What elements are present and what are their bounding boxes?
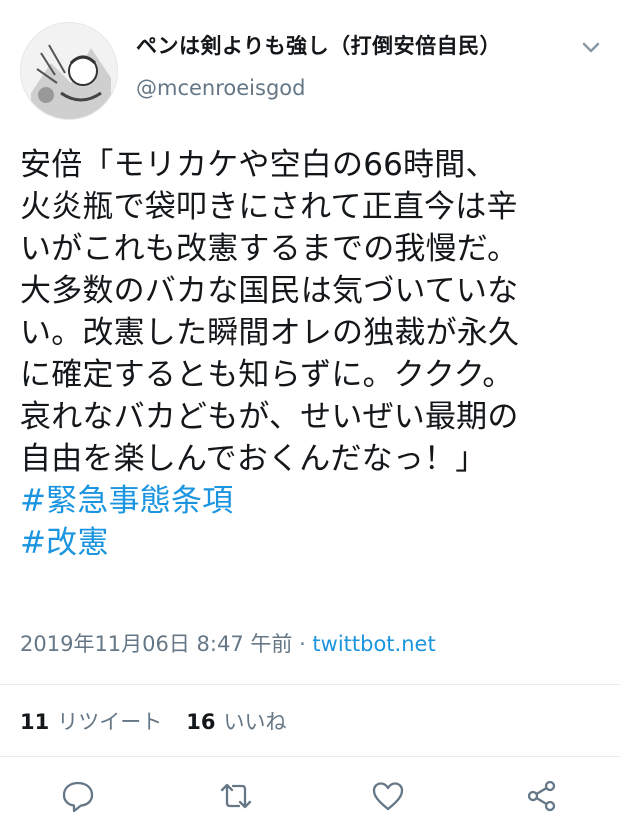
tweet-meta: 2019年11月06日 8:47 午前 · twittbot.net — [20, 628, 436, 658]
hashtag-link[interactable]: #改憲 — [20, 522, 605, 564]
hashtag-link[interactable]: #緊急事態条項 — [20, 480, 605, 522]
timestamp[interactable]: 2019年11月06日 8:47 午前 · — [20, 632, 312, 656]
retweets-count[interactable]: 11 — [20, 710, 49, 734]
share-icon[interactable] — [524, 778, 560, 814]
divider — [0, 756, 620, 757]
tweet-stats: 11 リツイート 16 いいね — [20, 706, 286, 736]
tweet-text-line: いがこれも改憲するまでの我慢だ。 — [20, 231, 519, 267]
tweet-header: ペンは剣よりも強し（打倒安倍自民） @mcenroeisgod — [0, 0, 620, 120]
avatar[interactable] — [20, 22, 118, 120]
tweet-text-line: に確定するとも知らずに。ククク。 — [20, 357, 514, 393]
tweet-text-line: い。改憲した瞬間オレの独裁が永久 — [20, 315, 520, 351]
user-handle[interactable]: @mcenroeisgod — [136, 76, 576, 100]
likes-label[interactable]: いいね — [223, 710, 286, 734]
display-name[interactable]: ペンは剣よりも強し（打倒安倍自民） — [136, 30, 576, 60]
tweet-text-line: 安倍「モリカケや空白の66時間、 — [20, 147, 497, 183]
like-icon[interactable] — [370, 778, 406, 814]
reply-icon[interactable] — [60, 778, 96, 814]
tweet-text-line: 哀れなバカどもが、せいぜい最期の — [20, 399, 519, 435]
manga-avatar-icon — [21, 23, 117, 119]
chevron-down-icon[interactable] — [578, 34, 604, 60]
tweet-text-line: 自由を楽しんでおくんだなっ！」 — [20, 441, 487, 477]
source-link[interactable]: twittbot.net — [312, 632, 435, 656]
likes-count[interactable]: 16 — [186, 710, 215, 734]
author-names: ペンは剣よりも強し（打倒安倍自民） @mcenroeisgod — [136, 30, 576, 100]
divider — [0, 684, 620, 685]
retweets-label[interactable]: リツイート — [57, 710, 162, 734]
tweet-text: 安倍「モリカケや空白の66時間、 火炎瓶で袋叩きにされて正直今は辛 いがこれも改… — [20, 144, 605, 564]
retweet-icon[interactable] — [218, 778, 254, 814]
tweet-text-line: 大多数のバカな国民は気づいていな — [20, 273, 519, 309]
action-bar — [0, 772, 620, 822]
tweet-text-line: 火炎瓶で袋叩きにされて正直今は辛 — [20, 189, 518, 225]
